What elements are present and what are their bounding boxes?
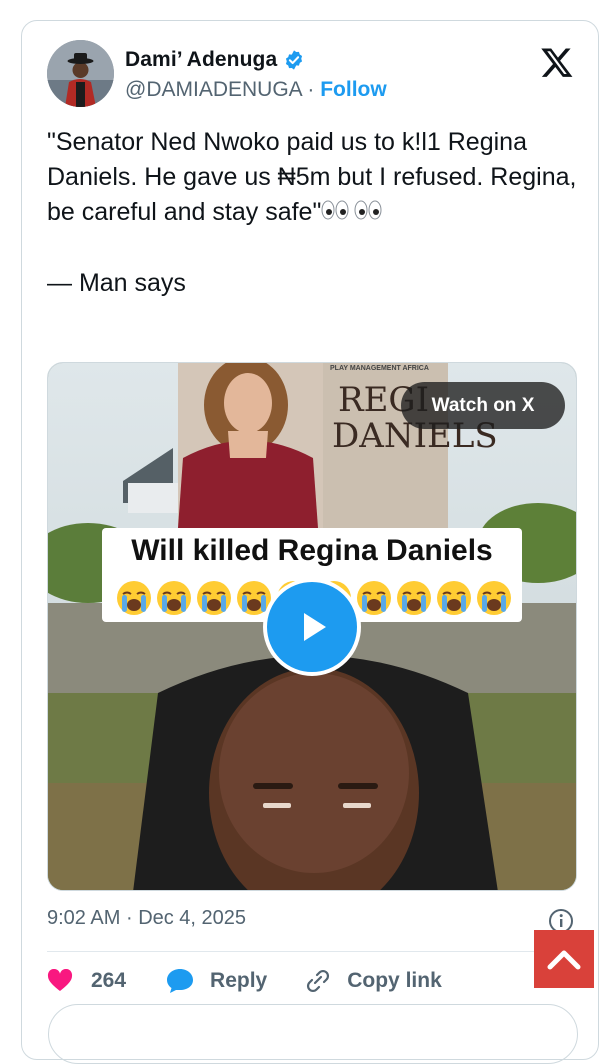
tweet-date: Dec 4, 2025	[138, 907, 247, 929]
author-handle[interactable]: @DAMIADENUGA	[125, 78, 302, 101]
tweet-time: 9:02 AM	[47, 907, 121, 929]
play-button[interactable]	[263, 578, 361, 676]
verified-badge-icon	[286, 50, 303, 70]
author-handle-row: @DAMIADENUGA · Follow	[125, 78, 387, 102]
handle-separator: ·	[307, 78, 315, 101]
caption-text: Will killed Regina Daniels	[131, 534, 493, 567]
read-replies-button[interactable]	[48, 1004, 578, 1064]
like-button[interactable]: 264	[47, 969, 126, 993]
copy-link-button[interactable]: Copy link	[305, 968, 442, 994]
crying-face-icon	[477, 581, 511, 615]
chevron-up-icon	[547, 950, 581, 970]
video-media[interactable]: PLAY MANAGEMENT AFRICA REGI DANIELS Watc…	[47, 362, 577, 891]
crying-face-icon	[197, 581, 231, 615]
eyes-emoji	[321, 196, 385, 231]
tweet-timestamp[interactable]: 9:02 AM · Dec 4, 2025	[47, 907, 246, 930]
tweet-text: "Senator Ned Nwoko paid us to k!l1 Regin…	[47, 125, 577, 301]
reply-label: Reply	[210, 969, 268, 992]
timestamp-separator: ·	[125, 907, 133, 929]
reply-bubble-icon	[167, 969, 194, 993]
likes-count: 264	[91, 969, 127, 992]
play-icon	[304, 613, 326, 641]
author-name-row: Dami’ Adenuga	[125, 48, 305, 72]
tweet-attribution: — Man says	[47, 268, 186, 297]
crying-face-icon	[157, 581, 191, 615]
banner-small-text: PLAY MANAGEMENT AFRICA	[330, 365, 429, 372]
tweet-body: "Senator Ned Nwoko paid us to k!l1 Regin…	[47, 128, 584, 226]
crying-face-icon	[397, 581, 431, 615]
heart-icon	[47, 969, 73, 991]
divider	[47, 951, 576, 952]
x-logo-icon[interactable]	[540, 45, 574, 79]
crying-face-icon	[357, 581, 391, 615]
follow-button[interactable]: Follow	[320, 78, 387, 101]
avatar[interactable]	[47, 40, 114, 107]
watch-on-x-button[interactable]: Watch on X	[401, 382, 565, 429]
crying-face-icon	[117, 581, 151, 615]
copy-link-label: Copy link	[347, 969, 442, 992]
reply-button[interactable]: Reply	[166, 968, 267, 994]
author-name[interactable]: Dami’ Adenuga	[125, 48, 277, 72]
crying-face-icon	[437, 581, 471, 615]
action-bar: 264 Reply Copy link	[47, 963, 442, 999]
link-icon	[307, 969, 330, 993]
tweet-card: Dami’ Adenuga @DAMIADENUGA · Follow "Sen…	[21, 20, 599, 1060]
scroll-to-top-button[interactable]	[534, 930, 594, 988]
